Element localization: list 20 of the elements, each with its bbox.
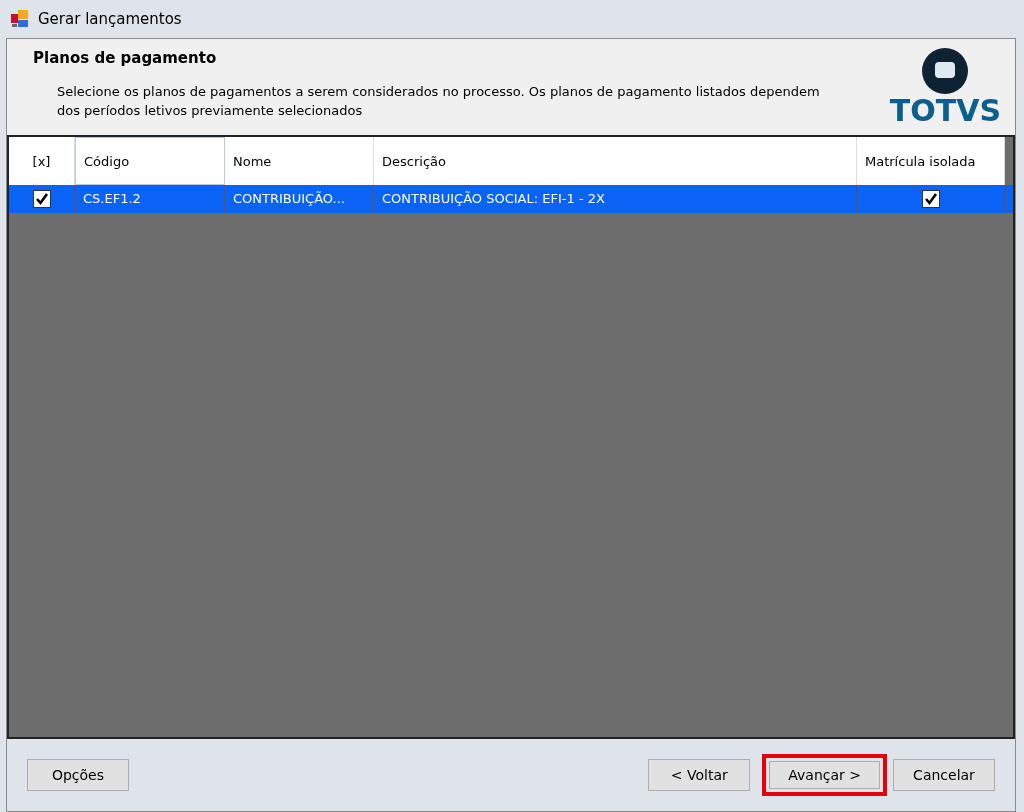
- table-cell: CS.EF1.2: [75, 185, 225, 213]
- table-cell: CONTRIBUIÇÃO...: [225, 185, 374, 213]
- column-header[interactable]: Nome: [225, 137, 374, 185]
- dialog-button[interactable]: Opções: [27, 759, 129, 791]
- section-title: Planos de pagamento: [33, 48, 218, 69]
- checkbox[interactable]: [32, 190, 51, 208]
- window-title: Gerar lançamentos: [38, 8, 182, 30]
- logo-text: TOTVS: [889, 95, 1001, 127]
- app-icon: [10, 9, 30, 29]
- column-header[interactable]: Descrição: [374, 137, 857, 185]
- table-cell: CONTRIBUIÇÃO SOCIAL: EFI-1 - 2X: [374, 185, 857, 213]
- dialog-button[interactable]: Cancelar: [893, 759, 995, 791]
- column-header[interactable]: [x]: [9, 137, 75, 185]
- description-text: Selecione os planos de pagamentos a serem considerados no processo. Os planos de pagamento listados dependem dos períodos letivos previamente selecionados: [57, 82, 821, 120]
- dialog-button[interactable]: Avançar >: [762, 754, 887, 796]
- logo-icon: [921, 47, 970, 95]
- column-header[interactable]: Código: [75, 137, 225, 185]
- dialog-button[interactable]: < Voltar: [648, 759, 751, 791]
- column-header[interactable]: Matrícula isolada: [857, 137, 1005, 185]
- checkbox[interactable]: [921, 190, 940, 208]
